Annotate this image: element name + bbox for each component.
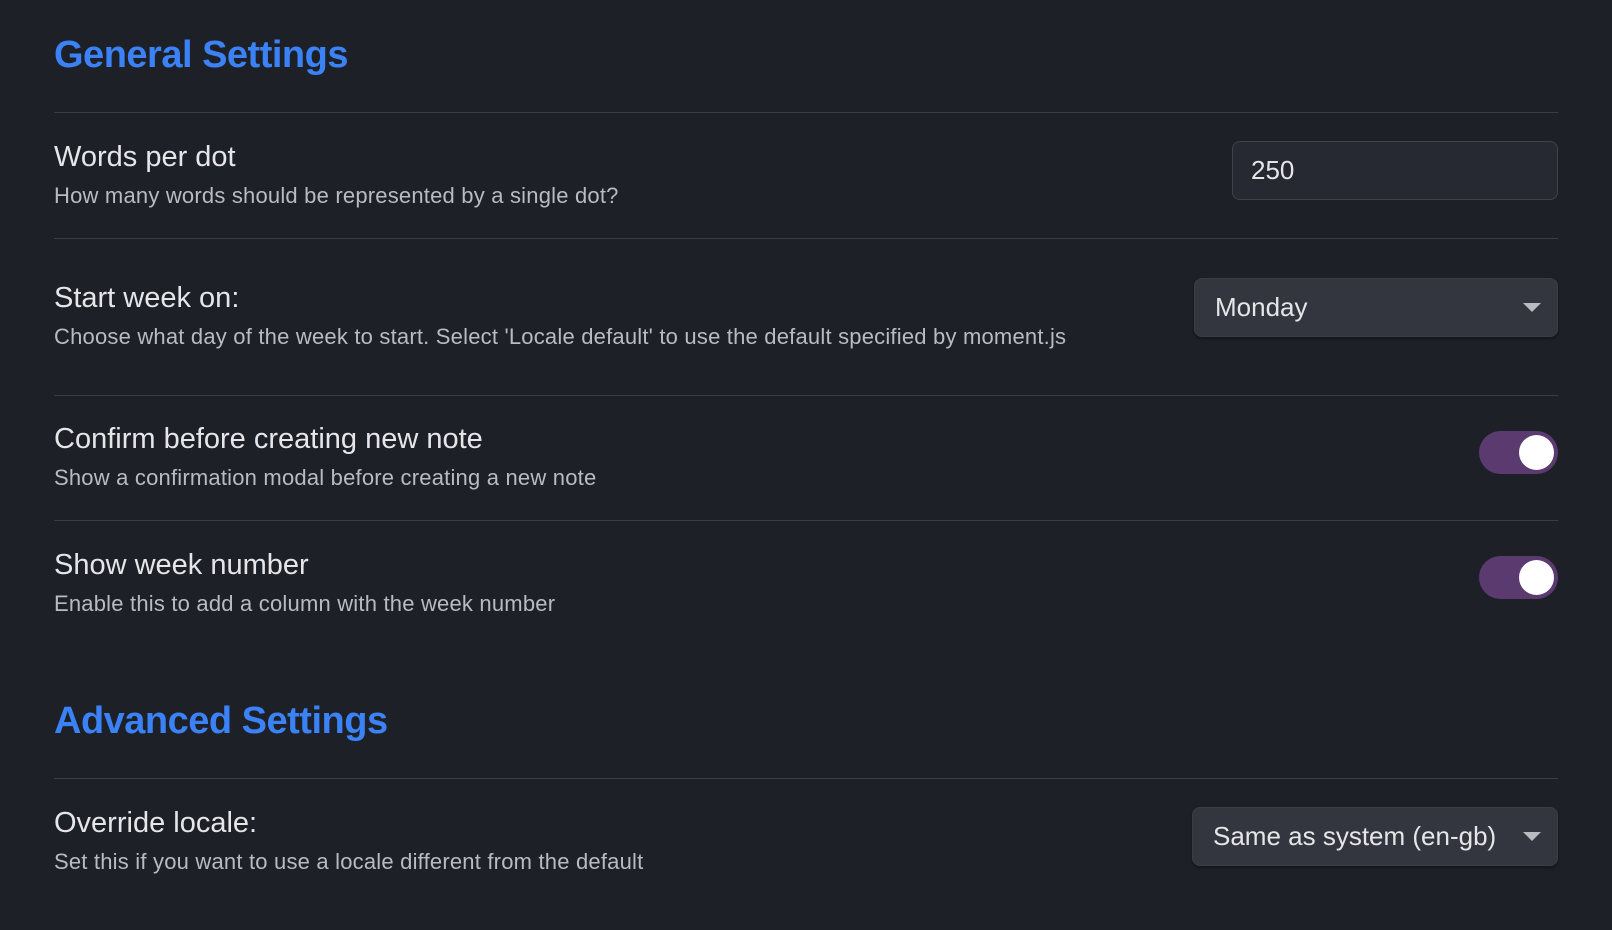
setting-info: Show week number Enable this to add a co… xyxy=(54,548,555,620)
override-locale-selected-value: Same as system (en-gb) xyxy=(1213,820,1497,851)
general-settings-header: General Settings xyxy=(54,0,1558,113)
advanced-settings-header: Advanced Settings xyxy=(54,646,1558,779)
toggle-knob xyxy=(1519,434,1554,470)
override-locale-select[interactable]: Same as system (en-gb) xyxy=(1192,806,1558,866)
words-per-dot-input[interactable] xyxy=(1232,141,1558,200)
chevron-down-icon xyxy=(1523,303,1541,312)
setting-name: Confirm before creating new note xyxy=(54,423,483,456)
setting-name: Override locale: xyxy=(54,807,258,840)
start-week-selected-value: Monday xyxy=(1215,291,1308,322)
setting-description: Choose what day of the week to start. Se… xyxy=(54,324,1067,349)
setting-description: How many words should be represented by … xyxy=(54,182,619,208)
chevron-down-icon xyxy=(1523,832,1541,841)
advanced-settings-title: Advanced Settings xyxy=(54,700,388,742)
setting-info: Words per dot How many words should be r… xyxy=(54,140,619,212)
setting-show-week-number: Show week number Enable this to add a co… xyxy=(54,521,1558,646)
show-week-number-toggle[interactable] xyxy=(1479,556,1558,599)
setting-words-per-dot: Words per dot How many words should be r… xyxy=(54,113,1558,239)
start-week-select[interactable]: Monday xyxy=(1194,277,1558,337)
setting-info: Confirm before creating new note Show a … xyxy=(54,422,596,494)
setting-description: Enable this to add a column with the wee… xyxy=(54,590,556,616)
setting-name: Words per dot xyxy=(54,140,236,173)
setting-start-week-on: Start week on: Choose what day of the we… xyxy=(54,239,1558,396)
setting-description: Set this if you want to use a locale dif… xyxy=(54,849,644,874)
setting-confirm-new-note: Confirm before creating new note Show a … xyxy=(54,396,1558,521)
confirm-new-note-toggle[interactable] xyxy=(1479,430,1558,474)
setting-info: Start week on: Choose what day of the we… xyxy=(54,281,1066,353)
setting-name: Start week on: xyxy=(54,282,240,315)
settings-page: General Settings Words per dot How many … xyxy=(0,0,1612,930)
setting-info: Override locale: Set this if you want to… xyxy=(54,806,643,878)
setting-override-locale: Override locale: Set this if you want to… xyxy=(54,779,1558,905)
toggle-knob xyxy=(1519,560,1554,595)
setting-name: Show week number xyxy=(54,548,309,581)
general-settings-title: General Settings xyxy=(54,34,348,76)
setting-description: Show a confirmation modal before creatin… xyxy=(54,465,597,490)
